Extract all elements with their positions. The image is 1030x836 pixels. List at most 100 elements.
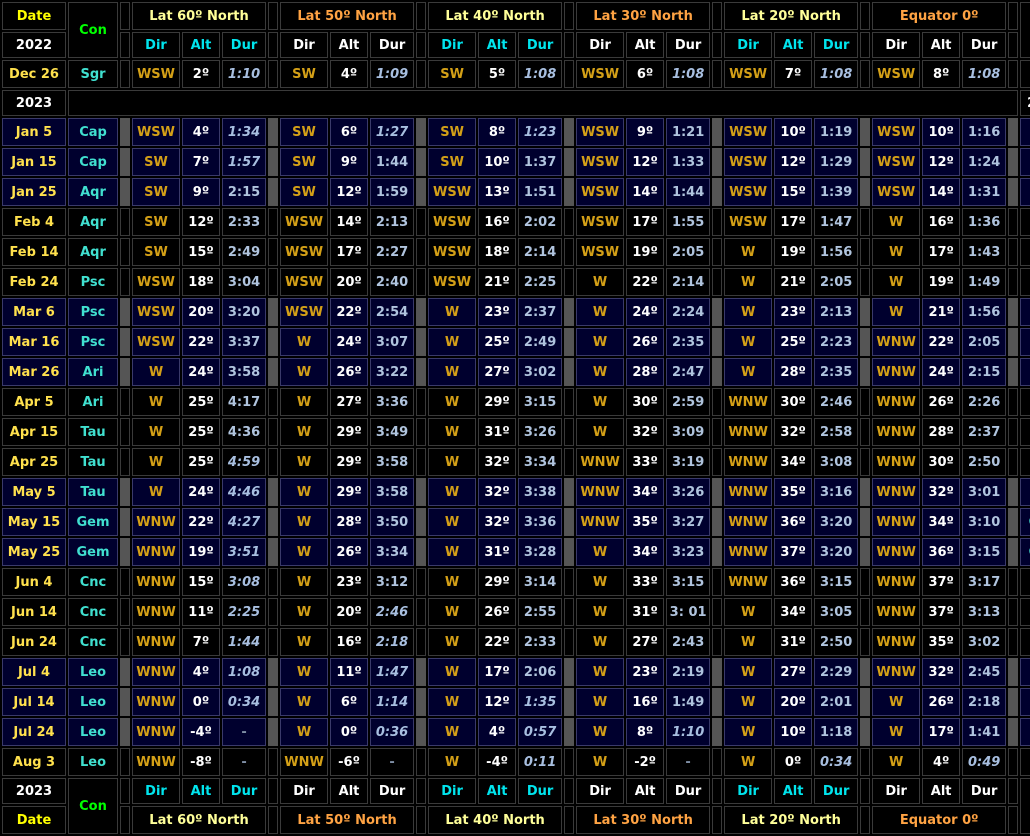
row-duration-2: 3:02	[518, 358, 562, 386]
row-duration-5: 3:01	[962, 478, 1006, 506]
column-separator	[860, 806, 870, 834]
row-duration-0: 1:57	[222, 148, 266, 176]
row-duration-4: 3:15	[814, 568, 858, 596]
row-direction-5: WSW	[872, 60, 920, 88]
row-altitude-2: 32º	[478, 478, 516, 506]
row-direction-3: WNW	[576, 508, 624, 536]
row-direction-2: W	[428, 388, 476, 416]
column-separator	[860, 328, 870, 356]
subheader-alt-4: Alt	[774, 32, 812, 58]
row-direction-0: W	[132, 358, 180, 386]
row-altitude-2: 29º	[478, 568, 516, 596]
column-separator	[416, 118, 426, 146]
table-row: Jan 25AqrSW9º2:15SW12º1:59WSW13º1:51WSW1…	[2, 178, 1030, 206]
row-constellation-left: Psc	[68, 268, 118, 296]
row-duration-2: 3:34	[518, 448, 562, 476]
column-separator	[712, 178, 722, 206]
row-direction-2: W	[428, 538, 476, 566]
row-duration-5: 2:26	[962, 388, 1006, 416]
column-separator	[416, 748, 426, 776]
row-constellation-left: Aqr	[68, 178, 118, 206]
column-separator	[268, 298, 278, 326]
row-duration-2: 1:35	[518, 688, 562, 716]
row-date-left: Jul 4	[2, 658, 66, 686]
subheader-dur-5: Dur	[962, 32, 1006, 58]
row-altitude-5: 4º	[922, 748, 960, 776]
row-duration-1: 1:27	[370, 118, 414, 146]
row-duration-4: 2:23	[814, 328, 858, 356]
column-separator	[120, 418, 130, 446]
row-duration-0: 2:33	[222, 208, 266, 236]
row-duration-0: 4:17	[222, 388, 266, 416]
row-altitude-5: 24º	[922, 358, 960, 386]
table-row: Jul 4LeoWNW4º1:08W11º1:47W17º2:06W23º2:1…	[2, 658, 1030, 686]
column-separator	[416, 598, 426, 626]
year-divider-right: 2023	[1020, 90, 1030, 116]
row-duration-1: 2:46	[370, 598, 414, 626]
row-constellation-right: Ari	[1020, 388, 1030, 416]
row-constellation-left: Ari	[68, 358, 118, 386]
row-altitude-0: 22º	[182, 328, 220, 356]
row-direction-3: WSW	[576, 148, 624, 176]
row-duration-5: 2:37	[962, 418, 1006, 446]
row-altitude-4: 7º	[774, 60, 812, 88]
column-separator	[712, 208, 722, 236]
column-separator	[120, 388, 130, 416]
column-separator	[120, 598, 130, 626]
row-altitude-3: 32º	[626, 418, 664, 446]
column-separator	[120, 806, 130, 834]
row-altitude-0: 4º	[182, 118, 220, 146]
column-separator	[268, 178, 278, 206]
row-duration-5: 1:08	[962, 60, 1006, 88]
column-separator	[416, 2, 426, 30]
table-row: Jun 24CncWNW7º1:44W16º2:18W22º2:33W27º2:…	[2, 628, 1030, 656]
row-date-left: Mar 6	[2, 298, 66, 326]
column-separator	[860, 238, 870, 266]
column-separator	[564, 208, 574, 236]
column-separator	[712, 598, 722, 626]
column-separator	[564, 478, 574, 506]
row-direction-2: W	[428, 418, 476, 446]
subheader-alt-3: Alt	[626, 32, 664, 58]
column-separator	[860, 208, 870, 236]
row-direction-5: WNW	[872, 538, 920, 566]
planet-visibility-table: DateConLat 60º NorthLat 50º NorthLat 40º…	[0, 0, 1030, 836]
row-direction-2: W	[428, 448, 476, 476]
row-direction-4: WNW	[724, 568, 772, 596]
column-separator	[860, 748, 870, 776]
row-date-left: Jun 4	[2, 568, 66, 596]
row-constellation-right: Aqr	[1020, 208, 1030, 236]
column-separator	[120, 538, 130, 566]
row-direction-2: WSW	[428, 178, 476, 206]
row-duration-3: 2:59	[666, 388, 710, 416]
column-separator	[564, 806, 574, 834]
column-separator	[268, 598, 278, 626]
row-constellation-right: Cnc	[1020, 628, 1030, 656]
column-separator	[1008, 238, 1018, 266]
row-duration-1: 2:18	[370, 628, 414, 656]
row-duration-1: 3:07	[370, 328, 414, 356]
row-altitude-3: 8º	[626, 718, 664, 746]
column-separator	[268, 60, 278, 88]
column-separator	[416, 688, 426, 716]
column-separator	[120, 748, 130, 776]
footer-latitude-header-1: Lat 50º North	[280, 806, 414, 834]
footer-con-right: Con	[1020, 778, 1030, 834]
column-separator	[120, 358, 130, 386]
row-altitude-1: 26º	[330, 538, 368, 566]
table-row: Jan 5CapWSW4º1:34SW6º1:27SW8º1:23WSW9º1:…	[2, 118, 1030, 146]
row-direction-5: WSW	[872, 148, 920, 176]
row-altitude-5: 22º	[922, 328, 960, 356]
row-direction-0: WSW	[132, 268, 180, 296]
footer-latitude-header-5: Equator 0º	[872, 806, 1006, 834]
row-direction-3: WNW	[576, 448, 624, 476]
row-date-left: Jun 14	[2, 598, 66, 626]
row-altitude-5: 35º	[922, 628, 960, 656]
row-direction-3: W	[576, 688, 624, 716]
subheader-dur-0: Dur	[222, 32, 266, 58]
row-direction-5: WNW	[872, 628, 920, 656]
table-row: Jul 24LeoWNW-4º-W0º0:36W4º0:57W8º1:10W10…	[2, 718, 1030, 746]
row-duration-4: 2:13	[814, 298, 858, 326]
column-separator	[268, 478, 278, 506]
row-constellation-right: Cnc	[1020, 598, 1030, 626]
